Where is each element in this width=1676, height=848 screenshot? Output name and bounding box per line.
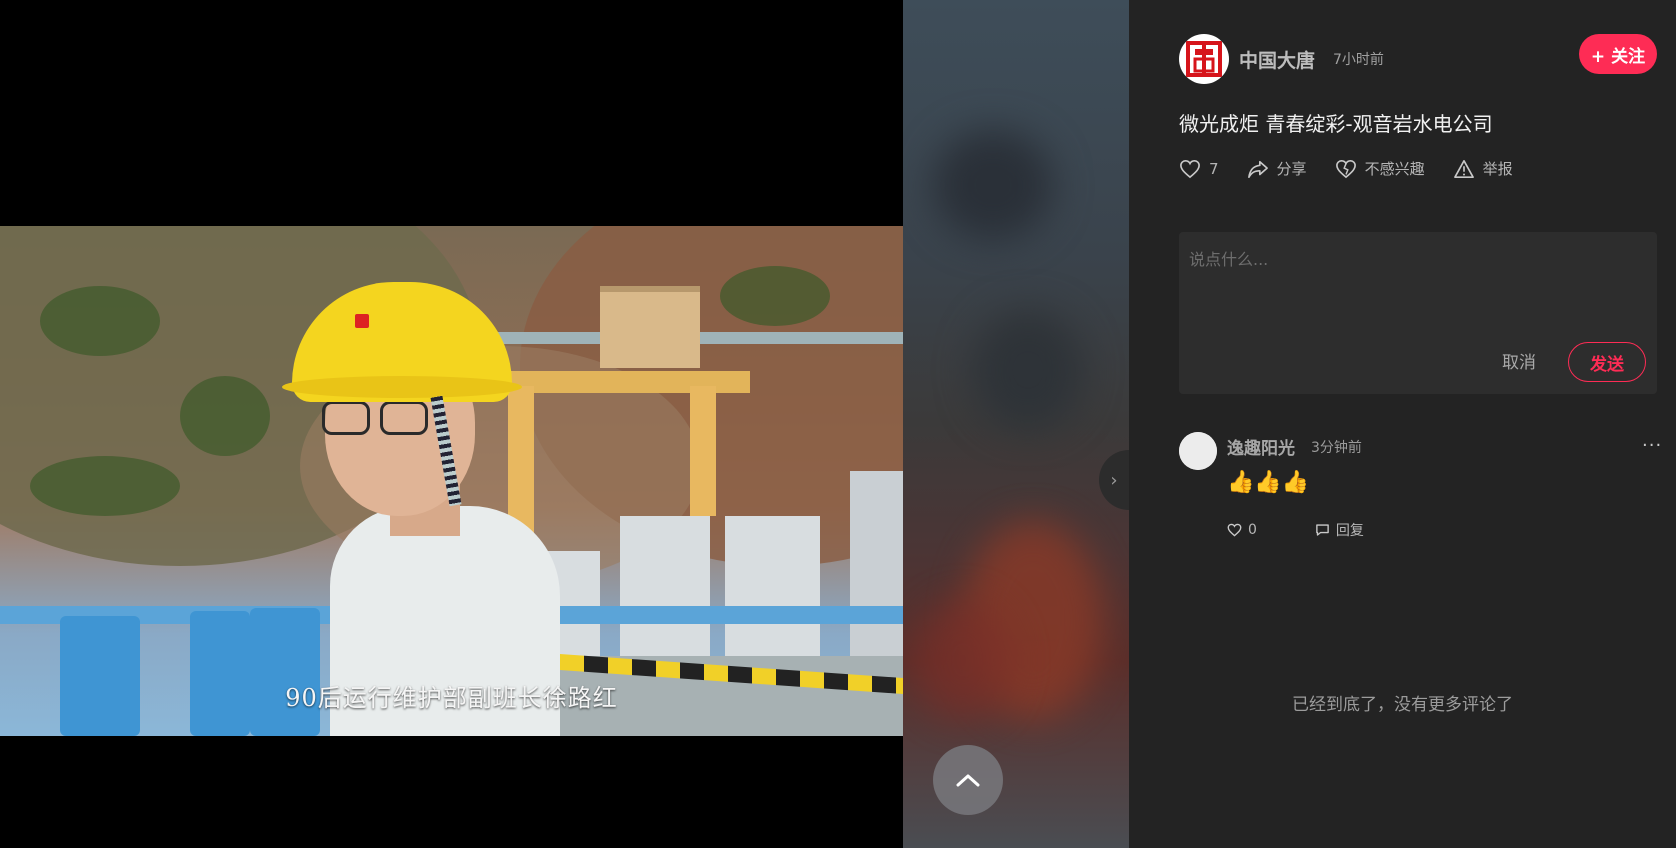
comment-text: 👍👍👍	[1227, 470, 1310, 495]
hard-hat-logo	[355, 314, 369, 328]
video-subtitle: 90后运行维护部副班长徐路红	[285, 684, 618, 712]
vegetation	[40, 286, 160, 356]
send-button[interactable]: 发送	[1568, 342, 1646, 382]
video-player[interactable]: 90后运行维护部副班长徐路红	[0, 0, 903, 848]
blur-blob	[913, 600, 1013, 720]
heart-icon	[1227, 523, 1242, 537]
default-avatar-icon	[1179, 432, 1217, 470]
comment-actions: 0 回复	[1227, 520, 1422, 540]
vegetation	[720, 266, 830, 326]
warning-icon	[1453, 159, 1474, 178]
comment-input[interactable]	[1189, 246, 1647, 326]
share-button[interactable]: 分享	[1247, 158, 1307, 179]
railing-post	[250, 608, 320, 736]
more-options-button[interactable]: ...	[1642, 430, 1662, 451]
glasses	[322, 401, 370, 435]
heart-icon	[1180, 159, 1200, 178]
author-name[interactable]: 中国大唐	[1239, 46, 1315, 73]
glasses	[380, 401, 428, 435]
blur-blob	[973, 310, 1083, 430]
avatar[interactable]	[1179, 432, 1217, 470]
crane-cabin	[600, 286, 700, 368]
not-interested-button[interactable]: 不感兴趣	[1335, 158, 1425, 179]
report-button[interactable]: 举报	[1453, 158, 1513, 179]
railing-post	[190, 611, 250, 736]
datang-logo-icon	[1186, 41, 1222, 77]
share-label: 分享	[1276, 160, 1307, 178]
action-bar: 7 分享 不感兴趣 举报	[1179, 158, 1541, 179]
like-button[interactable]: 7	[1179, 159, 1219, 179]
commenter-name[interactable]: 逸趣阳光	[1227, 434, 1295, 459]
gantry-crane-leg	[690, 386, 716, 516]
follow-button[interactable]: + 关注	[1579, 34, 1657, 74]
scroll-up-button[interactable]	[933, 745, 1003, 815]
share-icon	[1247, 160, 1268, 178]
broken-heart-icon	[1335, 159, 1356, 178]
like-count: 7	[1209, 159, 1219, 178]
chevron-right-icon: ›	[1110, 469, 1118, 491]
author-row: 中国大唐 7小时前	[1179, 34, 1384, 84]
chevron-up-icon	[956, 774, 980, 787]
post-time: 7小时前	[1333, 52, 1384, 68]
reply-label: 回复	[1335, 523, 1364, 539]
dam-building	[620, 516, 710, 656]
blur-blob	[933, 130, 1053, 240]
reply-button[interactable]: 回复	[1315, 520, 1364, 540]
video-frame[interactable]	[0, 226, 903, 736]
comment-icon	[1316, 524, 1329, 536]
dam-building	[725, 516, 820, 656]
vegetation	[180, 376, 270, 456]
not-interested-label: 不感兴趣	[1364, 160, 1425, 178]
comment-like-count: 0	[1248, 522, 1257, 538]
comment-panel: 中国大唐 7小时前 + 关注 微光成炬 青春绽彩-观音岩水电公司 7 分享 不感…	[1129, 0, 1676, 848]
railing-post	[60, 616, 140, 736]
end-of-comments-note: 已经到底了，没有更多评论了	[1292, 695, 1513, 715]
cancel-button[interactable]: 取消	[1491, 342, 1547, 378]
comment-like-button[interactable]: 0	[1227, 522, 1257, 538]
author-avatar[interactable]	[1179, 34, 1229, 84]
vegetation	[30, 456, 180, 516]
blurred-background	[903, 0, 1129, 848]
report-label: 举报	[1482, 160, 1513, 178]
post-title: 微光成炬 青春绽彩-观音岩水电公司	[1179, 112, 1493, 136]
comment-composer: 取消 发送	[1179, 232, 1657, 394]
comment-time: 3分钟前	[1311, 440, 1362, 456]
hard-hat-brim	[282, 376, 522, 398]
